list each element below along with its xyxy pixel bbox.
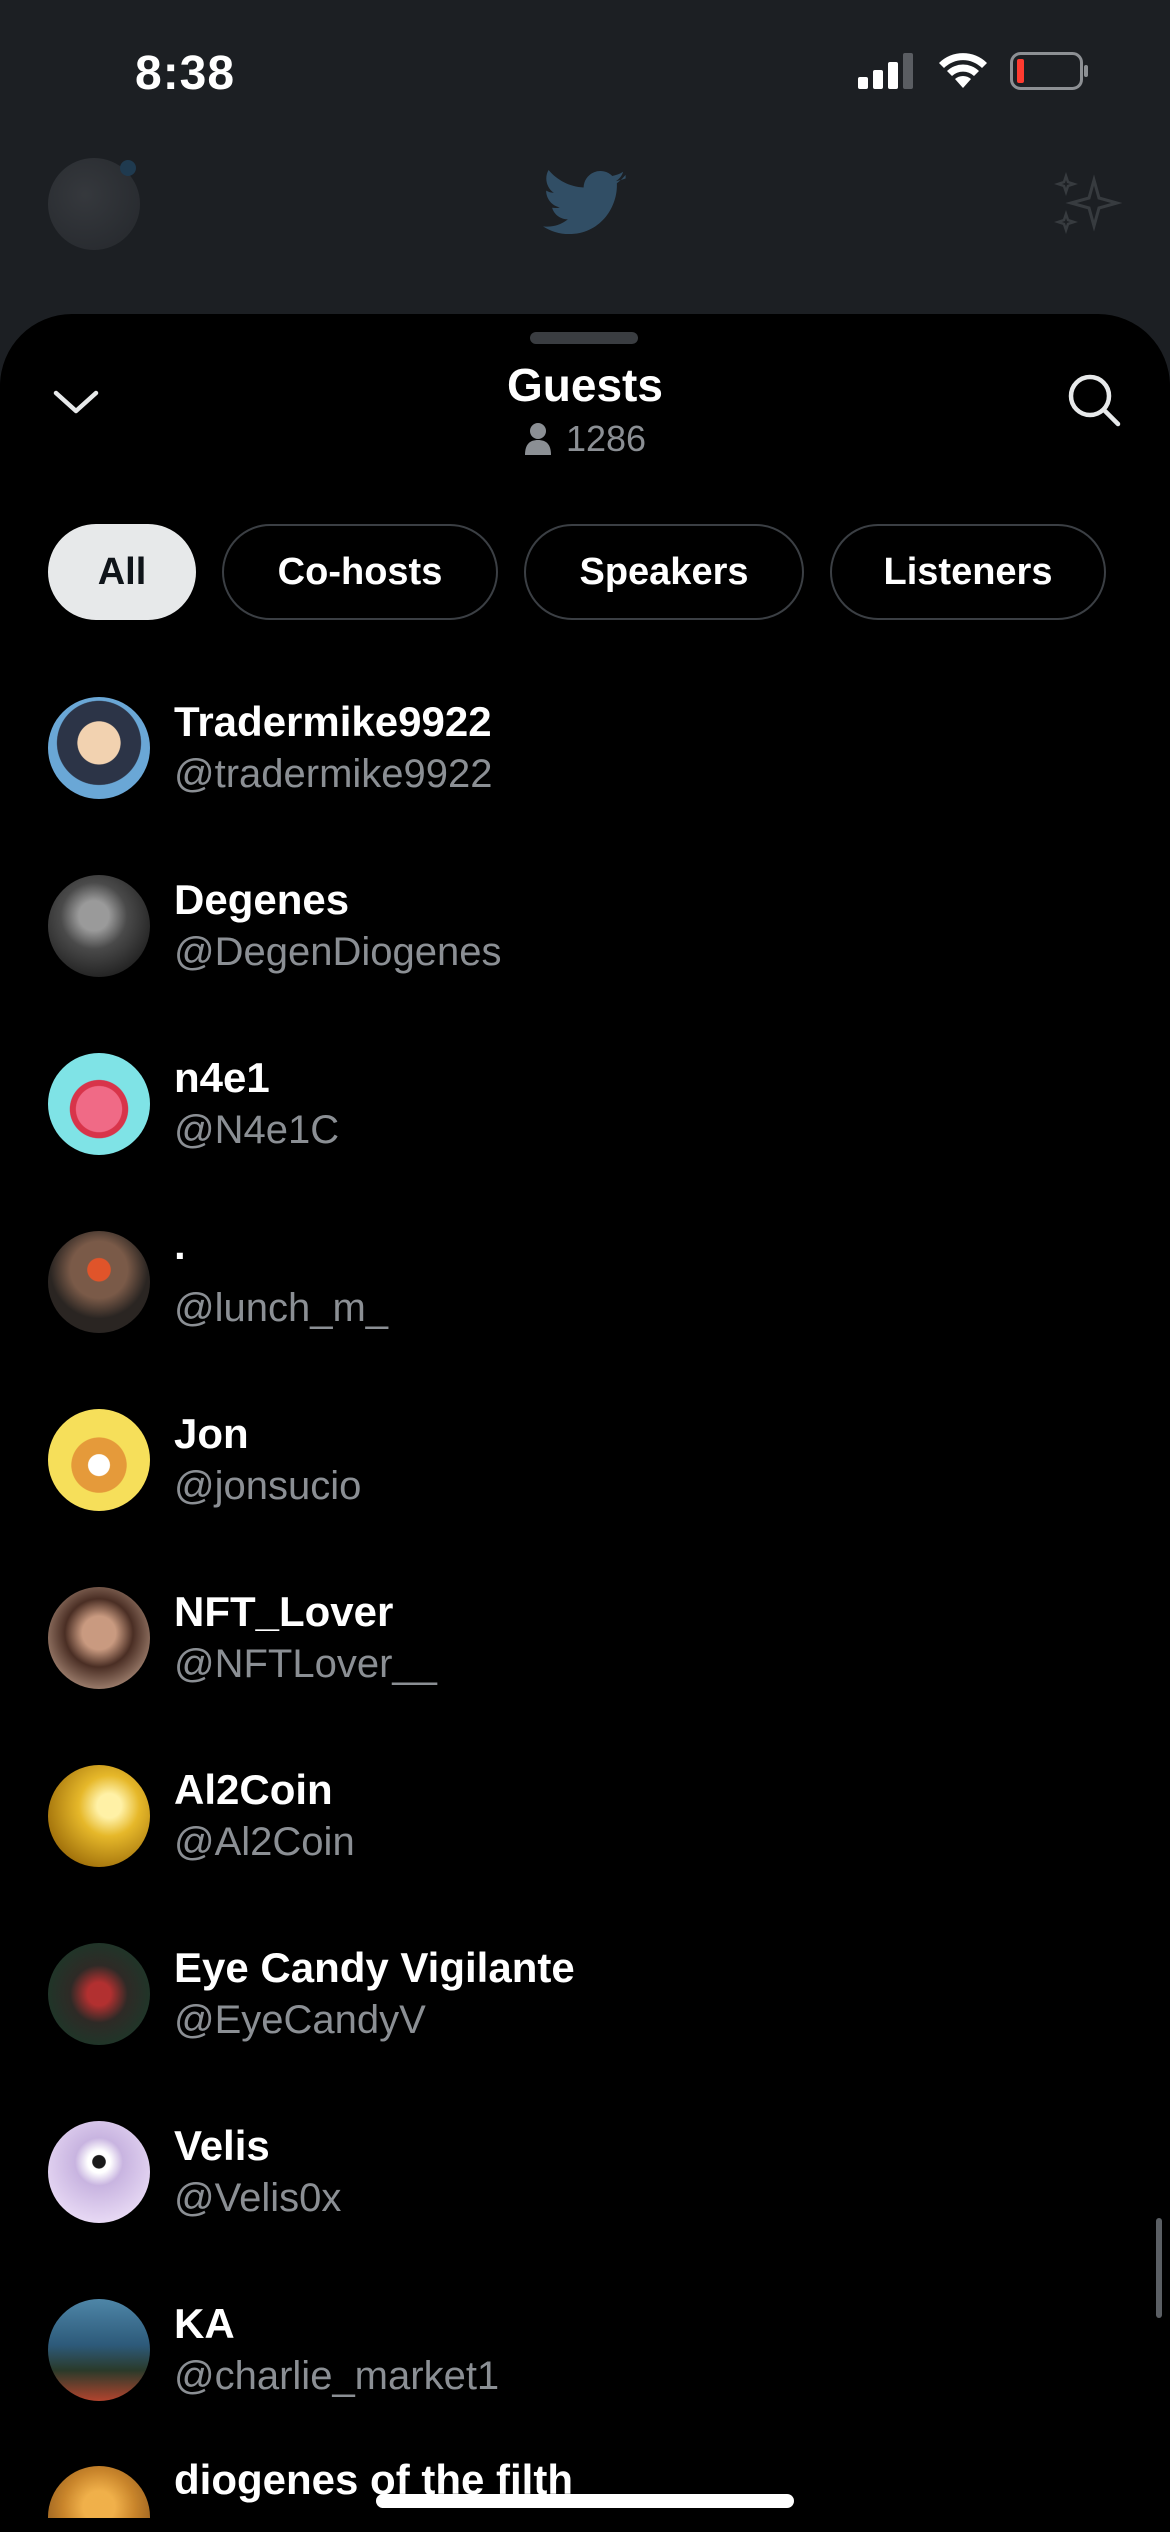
sheet-title: Guests (507, 359, 663, 411)
battery-icon (1010, 52, 1088, 90)
home-indicator[interactable] (376, 2494, 794, 2508)
avatar (48, 1587, 150, 1689)
tab-co-hosts[interactable]: Co-hosts (222, 524, 498, 620)
guest-row[interactable]: Tradermike9922 @tradermike9922 (48, 688, 493, 808)
guest-row[interactable]: Eye Candy Vigilante @EyeCandyV (48, 1934, 575, 2054)
sheet-grabber[interactable] (530, 332, 638, 344)
guest-row[interactable]: Jon @jonsucio (48, 1400, 361, 1520)
guests-sheet: Guests 1286 All Co-hosts Speakers Listen… (0, 314, 1170, 2532)
avatar (48, 1409, 150, 1511)
guest-row[interactable]: NFT_Lover @NFTLover__ (48, 1578, 437, 1698)
avatar (48, 2121, 150, 2223)
guest-name: · (174, 1232, 188, 1279)
guest-name: Jon (174, 1410, 249, 1457)
guest-row[interactable]: diogenes of the filth (48, 2454, 573, 2518)
tab-speakers[interactable]: Speakers (524, 524, 804, 620)
avatar (48, 1231, 150, 1333)
search-icon (1068, 374, 1121, 427)
guest-handle: @N4e1C (174, 1108, 340, 1152)
guest-name: NFT_Lover (174, 1588, 394, 1635)
avatar (48, 2466, 150, 2518)
wifi-icon (939, 53, 987, 88)
guest-row[interactable]: Al2Coin @Al2Coin (48, 1756, 355, 1876)
guest-row[interactable]: Velis @Velis0x (48, 2112, 341, 2232)
filter-tabs: All Co-hosts Speakers Listeners (48, 524, 1106, 620)
guest-row[interactable]: Degenes @DegenDiogenes (48, 866, 501, 986)
guest-count: 1286 (0, 418, 1170, 460)
guest-handle: @Al2Coin (174, 1820, 355, 1864)
status-icons (858, 52, 1090, 90)
guest-row[interactable]: KA @charlie_market1 (48, 2290, 499, 2410)
guest-name: Velis (174, 2122, 270, 2169)
notification-dot (120, 160, 136, 176)
guest-row[interactable]: n4e1 @N4e1C (48, 1044, 339, 1164)
twitter-bird-icon (543, 170, 627, 245)
guest-count-value: 1286 (565, 418, 647, 459)
guest-name: Tradermike9922 (174, 698, 492, 745)
guest-name: Degenes (174, 876, 350, 923)
scroll-indicator[interactable] (1156, 2218, 1162, 2318)
avatar (48, 697, 150, 799)
guest-handle: @charlie_market1 (174, 2354, 500, 2398)
avatar (48, 1943, 150, 2045)
guest-handle: @Velis0x (174, 2176, 342, 2220)
guest-handle: @NFTLover__ (174, 1642, 437, 1686)
tab-all[interactable]: All (48, 524, 196, 620)
search-button[interactable] (1058, 364, 1130, 436)
person-icon (524, 423, 551, 455)
avatar (48, 875, 150, 977)
avatar (48, 2299, 150, 2401)
sparkle-icon (1052, 168, 1123, 243)
avatar (48, 1765, 150, 1867)
guest-name: Eye Candy Vigilante (174, 1944, 575, 1991)
guest-handle: @lunch_m_ (174, 1286, 389, 1330)
guest-handle: @EyeCandyV (174, 1998, 426, 2042)
cellular-signal-icon (858, 53, 913, 89)
tab-listeners[interactable]: Listeners (830, 524, 1106, 620)
guest-handle: @jonsucio (174, 1464, 362, 1508)
guest-name: n4e1 (174, 1054, 270, 1101)
guest-name: Al2Coin (174, 1766, 333, 1813)
guest-handle: @DegenDiogenes (174, 930, 502, 974)
guest-row[interactable]: · @lunch_m_ (48, 1222, 388, 1342)
avatar (48, 1053, 150, 1155)
guest-handle: @tradermike9922 (174, 752, 493, 796)
status-time: 8:38 (135, 47, 236, 100)
guest-name: KA (174, 2300, 235, 2347)
